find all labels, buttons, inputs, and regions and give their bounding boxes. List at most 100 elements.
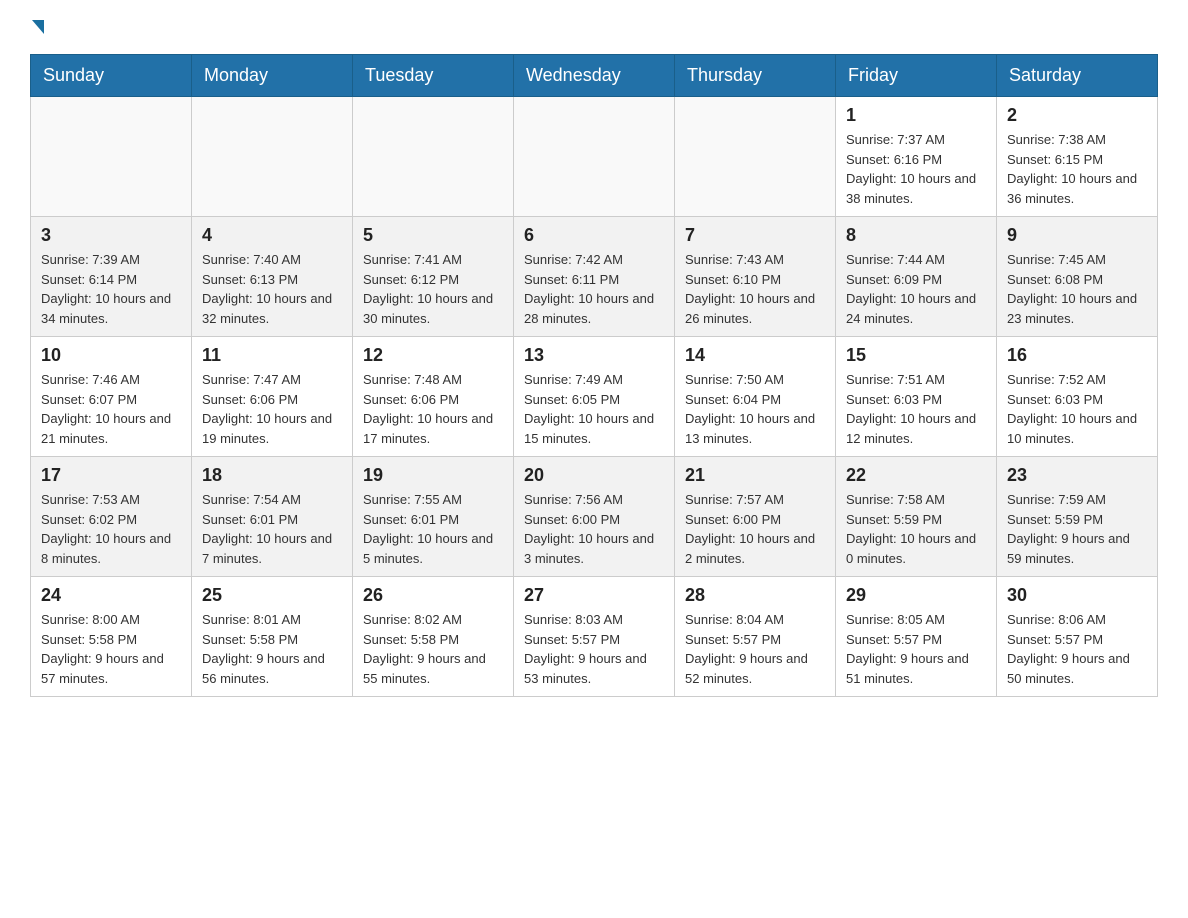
calendar-cell	[353, 97, 514, 217]
day-number: 18	[202, 465, 342, 486]
day-number: 22	[846, 465, 986, 486]
day-info: Sunrise: 8:00 AMSunset: 5:58 PMDaylight:…	[41, 610, 181, 688]
day-header-thursday: Thursday	[675, 55, 836, 97]
day-info: Sunrise: 7:50 AMSunset: 6:04 PMDaylight:…	[685, 370, 825, 448]
day-info: Sunrise: 7:52 AMSunset: 6:03 PMDaylight:…	[1007, 370, 1147, 448]
day-info: Sunrise: 7:59 AMSunset: 5:59 PMDaylight:…	[1007, 490, 1147, 568]
day-info: Sunrise: 7:56 AMSunset: 6:00 PMDaylight:…	[524, 490, 664, 568]
calendar-cell: 2 Sunrise: 7:38 AMSunset: 6:15 PMDaylight…	[997, 97, 1158, 217]
day-info: Sunrise: 8:04 AMSunset: 5:57 PMDaylight:…	[685, 610, 825, 688]
day-info: Sunrise: 8:06 AMSunset: 5:57 PMDaylight:…	[1007, 610, 1147, 688]
logo-triangle-icon	[32, 20, 44, 34]
day-header-friday: Friday	[836, 55, 997, 97]
day-number: 1	[846, 105, 986, 126]
day-info: Sunrise: 7:40 AMSunset: 6:13 PMDaylight:…	[202, 250, 342, 328]
day-number: 12	[363, 345, 503, 366]
calendar-cell: 25 Sunrise: 8:01 AMSunset: 5:58 PMDayligh…	[192, 577, 353, 697]
day-number: 9	[1007, 225, 1147, 246]
day-info: Sunrise: 8:05 AMSunset: 5:57 PMDaylight:…	[846, 610, 986, 688]
day-info: Sunrise: 7:47 AMSunset: 6:06 PMDaylight:…	[202, 370, 342, 448]
day-info: Sunrise: 7:39 AMSunset: 6:14 PMDaylight:…	[41, 250, 181, 328]
calendar-week-row: 3 Sunrise: 7:39 AMSunset: 6:14 PMDaylight…	[31, 217, 1158, 337]
calendar-cell: 1 Sunrise: 7:37 AMSunset: 6:16 PMDaylight…	[836, 97, 997, 217]
calendar-cell	[31, 97, 192, 217]
calendar-cell: 3 Sunrise: 7:39 AMSunset: 6:14 PMDaylight…	[31, 217, 192, 337]
calendar-cell: 18 Sunrise: 7:54 AMSunset: 6:01 PMDayligh…	[192, 457, 353, 577]
day-number: 3	[41, 225, 181, 246]
day-number: 28	[685, 585, 825, 606]
day-number: 29	[846, 585, 986, 606]
day-info: Sunrise: 7:44 AMSunset: 6:09 PMDaylight:…	[846, 250, 986, 328]
calendar-cell: 12 Sunrise: 7:48 AMSunset: 6:06 PMDayligh…	[353, 337, 514, 457]
calendar-cell: 11 Sunrise: 7:47 AMSunset: 6:06 PMDayligh…	[192, 337, 353, 457]
calendar-cell: 19Sunrise: 7:55 AMSunset: 6:01 PMDayligh…	[353, 457, 514, 577]
calendar-cell: 14 Sunrise: 7:50 AMSunset: 6:04 PMDayligh…	[675, 337, 836, 457]
day-number: 14	[685, 345, 825, 366]
calendar-cell: 28 Sunrise: 8:04 AMSunset: 5:57 PMDayligh…	[675, 577, 836, 697]
day-info: Sunrise: 7:37 AMSunset: 6:16 PMDaylight:…	[846, 130, 986, 208]
day-number: 2	[1007, 105, 1147, 126]
day-number: 17	[41, 465, 181, 486]
day-info: Sunrise: 7:55 AMSunset: 6:01 PMDaylight:…	[363, 490, 503, 568]
day-number: 11	[202, 345, 342, 366]
day-number: 4	[202, 225, 342, 246]
calendar-header-row: SundayMondayTuesdayWednesdayThursdayFrid…	[31, 55, 1158, 97]
day-number: 30	[1007, 585, 1147, 606]
day-number: 24	[41, 585, 181, 606]
day-info: Sunrise: 7:43 AMSunset: 6:10 PMDaylight:…	[685, 250, 825, 328]
logo-area	[30, 20, 46, 34]
day-number: 10	[41, 345, 181, 366]
day-info: Sunrise: 7:45 AMSunset: 6:08 PMDaylight:…	[1007, 250, 1147, 328]
day-info: Sunrise: 7:54 AMSunset: 6:01 PMDaylight:…	[202, 490, 342, 568]
logo	[30, 20, 46, 34]
calendar-cell: 15 Sunrise: 7:51 AMSunset: 6:03 PMDayligh…	[836, 337, 997, 457]
day-header-monday: Monday	[192, 55, 353, 97]
calendar-cell: 22 Sunrise: 7:58 AMSunset: 5:59 PMDayligh…	[836, 457, 997, 577]
day-number: 25	[202, 585, 342, 606]
day-info: Sunrise: 7:38 AMSunset: 6:15 PMDaylight:…	[1007, 130, 1147, 208]
day-header-wednesday: Wednesday	[514, 55, 675, 97]
day-number: 26	[363, 585, 503, 606]
day-header-tuesday: Tuesday	[353, 55, 514, 97]
calendar-cell: 21 Sunrise: 7:57 AMSunset: 6:00 PMDayligh…	[675, 457, 836, 577]
day-info: Sunrise: 8:01 AMSunset: 5:58 PMDaylight:…	[202, 610, 342, 688]
day-info: Sunrise: 7:53 AMSunset: 6:02 PMDaylight:…	[41, 490, 181, 568]
calendar-cell	[192, 97, 353, 217]
day-header-sunday: Sunday	[31, 55, 192, 97]
day-number: 23	[1007, 465, 1147, 486]
calendar-week-row: 10 Sunrise: 7:46 AMSunset: 6:07 PMDayligh…	[31, 337, 1158, 457]
calendar-cell	[514, 97, 675, 217]
day-info: Sunrise: 7:46 AMSunset: 6:07 PMDaylight:…	[41, 370, 181, 448]
calendar-cell: 20 Sunrise: 7:56 AMSunset: 6:00 PMDayligh…	[514, 457, 675, 577]
day-info: Sunrise: 7:57 AMSunset: 6:00 PMDaylight:…	[685, 490, 825, 568]
day-info: Sunrise: 7:48 AMSunset: 6:06 PMDaylight:…	[363, 370, 503, 448]
day-number: 16	[1007, 345, 1147, 366]
day-number: 5	[363, 225, 503, 246]
calendar-cell: 13 Sunrise: 7:49 AMSunset: 6:05 PMDayligh…	[514, 337, 675, 457]
calendar-cell: 23 Sunrise: 7:59 AMSunset: 5:59 PMDayligh…	[997, 457, 1158, 577]
day-number: 21	[685, 465, 825, 486]
day-number: 15	[846, 345, 986, 366]
day-number: 20	[524, 465, 664, 486]
day-info: Sunrise: 7:49 AMSunset: 6:05 PMDaylight:…	[524, 370, 664, 448]
calendar-cell: 24 Sunrise: 8:00 AMSunset: 5:58 PMDayligh…	[31, 577, 192, 697]
day-number: 8	[846, 225, 986, 246]
page-header	[30, 20, 1158, 34]
calendar-cell: 17 Sunrise: 7:53 AMSunset: 6:02 PMDayligh…	[31, 457, 192, 577]
calendar-cell: 8 Sunrise: 7:44 AMSunset: 6:09 PMDaylight…	[836, 217, 997, 337]
day-number: 7	[685, 225, 825, 246]
day-info: Sunrise: 7:42 AMSunset: 6:11 PMDaylight:…	[524, 250, 664, 328]
calendar-cell: 29 Sunrise: 8:05 AMSunset: 5:57 PMDayligh…	[836, 577, 997, 697]
day-info: Sunrise: 8:03 AMSunset: 5:57 PMDaylight:…	[524, 610, 664, 688]
day-header-saturday: Saturday	[997, 55, 1158, 97]
calendar-cell	[675, 97, 836, 217]
calendar-cell: 7 Sunrise: 7:43 AMSunset: 6:10 PMDaylight…	[675, 217, 836, 337]
day-info: Sunrise: 7:51 AMSunset: 6:03 PMDaylight:…	[846, 370, 986, 448]
day-number: 13	[524, 345, 664, 366]
calendar-table: SundayMondayTuesdayWednesdayThursdayFrid…	[30, 54, 1158, 697]
calendar-cell: 26Sunrise: 8:02 AMSunset: 5:58 PMDayligh…	[353, 577, 514, 697]
calendar-cell: 5Sunrise: 7:41 AMSunset: 6:12 PMDaylight…	[353, 217, 514, 337]
day-info: Sunrise: 7:58 AMSunset: 5:59 PMDaylight:…	[846, 490, 986, 568]
day-number: 6	[524, 225, 664, 246]
calendar-cell: 4 Sunrise: 7:40 AMSunset: 6:13 PMDaylight…	[192, 217, 353, 337]
